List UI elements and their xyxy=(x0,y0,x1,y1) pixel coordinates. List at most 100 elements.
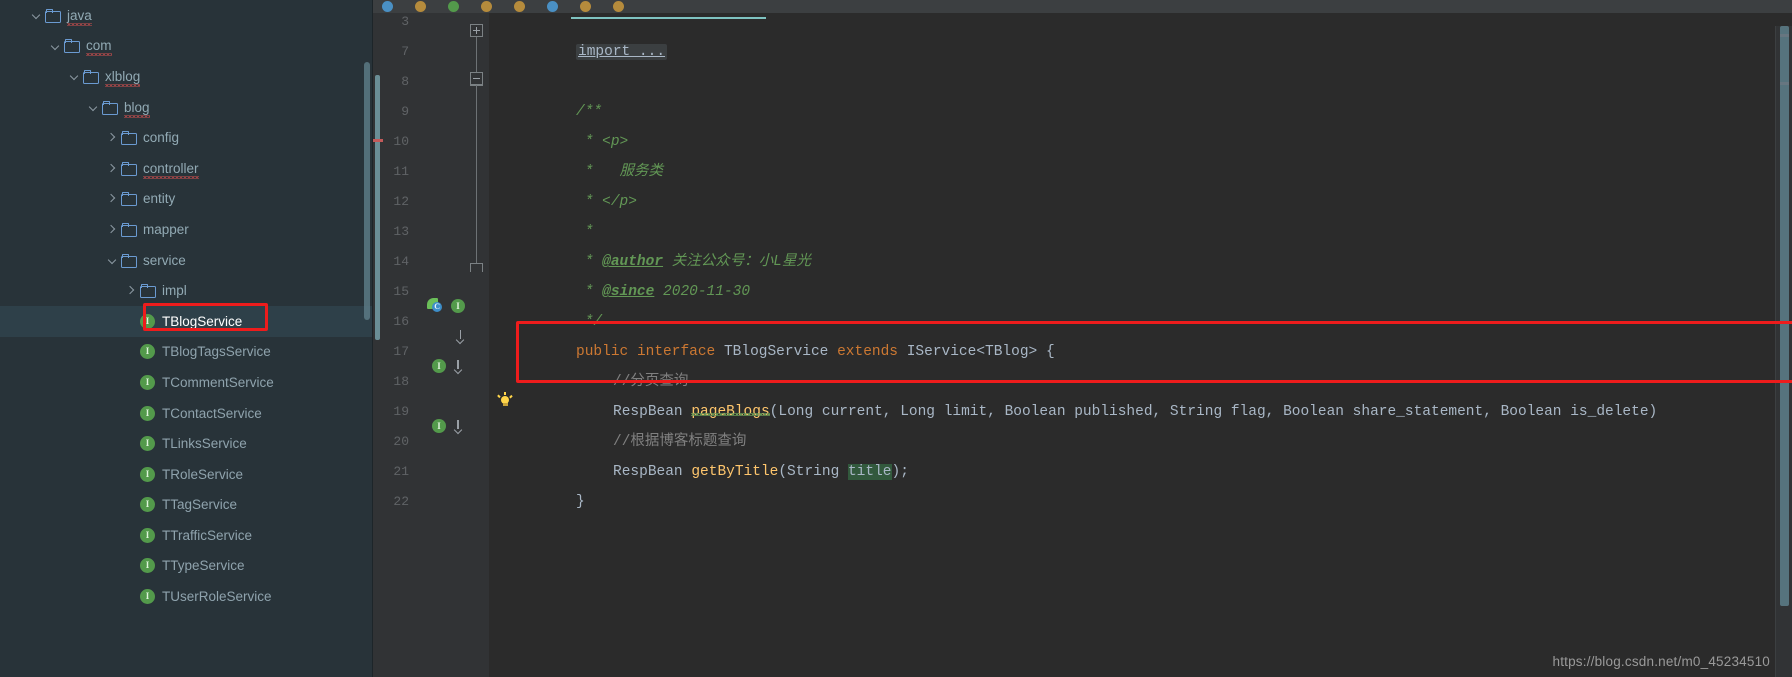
fold-guide-line-javadoc xyxy=(476,85,477,263)
tree-item-config[interactable]: config xyxy=(0,122,373,153)
project-tool-window[interactable]: java com xlblog blog config controller entity m… xyxy=(0,0,373,677)
intention-bulb-icon[interactable] xyxy=(497,392,513,409)
editor-gutter[interactable]: 3 7 8 9 10 11 12 13 14 15 16 17 18 19 20 21 22 C I I I xyxy=(383,13,465,677)
tree-item-label: TLinksService xyxy=(162,436,247,452)
tree-item-tblogservice[interactable]: I TBlogService xyxy=(0,305,373,337)
interface-icon: I xyxy=(140,313,155,329)
code-line-10[interactable]: * 服务类 xyxy=(489,127,663,180)
code-line-8[interactable]: /** xyxy=(489,67,602,120)
tab-5[interactable] xyxy=(505,0,538,13)
editor-tab-bar[interactable] xyxy=(373,0,1792,13)
fold-collapse-javadoc-icon[interactable] xyxy=(470,72,483,85)
chevron-down-icon[interactable] xyxy=(68,70,81,83)
tree-item-tlinksservice[interactable]: I TLinksService xyxy=(0,428,373,459)
implemented-down-arrow-icon[interactable] xyxy=(454,359,463,373)
tab-2[interactable] xyxy=(406,0,439,13)
tree-item-label: mapper xyxy=(143,221,189,237)
implemented-interface-icon[interactable]: I xyxy=(451,298,465,313)
tab-6[interactable] xyxy=(538,0,571,13)
tree-item-service[interactable]: service xyxy=(0,245,373,276)
code-line-15[interactable]: */ xyxy=(489,277,602,330)
project-tree-scrollbar[interactable] xyxy=(364,62,370,320)
tree-item-entity[interactable]: entity xyxy=(0,184,373,215)
code-line-11[interactable]: * </p> xyxy=(489,157,637,210)
code-line-14[interactable]: * @since 2020-11-30 xyxy=(489,247,750,300)
code-token-import-fold[interactable]: import ... xyxy=(576,44,668,60)
tab-7[interactable] xyxy=(571,0,604,13)
code-line-13[interactable]: * @author 关注公众号：小L星光 xyxy=(489,217,811,270)
implemented-class-icon[interactable]: C xyxy=(427,298,443,313)
fold-expand-imports-icon[interactable] xyxy=(470,24,483,37)
code-token-getbytitle-arg: title xyxy=(847,464,892,480)
code-line-21[interactable]: } xyxy=(489,457,585,510)
code-line-9[interactable]: * <p> xyxy=(489,97,629,150)
tab-3[interactable] xyxy=(439,0,472,13)
gutter-marker-line-20[interactable]: I xyxy=(432,411,463,441)
tree-item-xlblog[interactable]: xlblog xyxy=(0,61,373,92)
interface-icon: I xyxy=(140,589,155,605)
tree-item-controller[interactable]: controller xyxy=(0,153,373,184)
chevron-down-icon[interactable] xyxy=(87,101,100,114)
line-number: 22 xyxy=(393,494,409,509)
editor-pane: 3 7 8 9 10 11 12 13 14 15 16 17 18 19 20 21 22 C I I I xyxy=(373,0,1792,677)
gutter-marker-line-18[interactable]: I xyxy=(432,351,463,381)
tree-item-ttagservice[interactable]: I TTagService xyxy=(0,490,373,521)
code-line-19[interactable]: //根据博客标题查询 xyxy=(489,397,746,450)
implemented-interface-icon[interactable]: I xyxy=(432,358,446,373)
chevron-down-icon[interactable] xyxy=(106,254,119,267)
chevron-right-icon[interactable] xyxy=(125,284,138,297)
folder-icon xyxy=(45,8,61,23)
code-line-17[interactable]: //分页查询 xyxy=(489,337,688,390)
interface-icon: I xyxy=(140,558,155,574)
chevron-down-icon[interactable] xyxy=(30,9,43,22)
tree-item-label: TTypeService xyxy=(162,558,245,574)
java-icon xyxy=(481,1,492,12)
tree-item-ttypeservice[interactable]: I TTypeService xyxy=(0,551,373,582)
code-token-method-getbytitle[interactable]: getByTitle xyxy=(691,464,778,480)
implemented-interface-icon[interactable]: I xyxy=(432,418,446,433)
interface-icon: I xyxy=(140,436,155,452)
tree-item-ttrafficservice[interactable]: I TTrafficService xyxy=(0,520,373,551)
interface-icon: I xyxy=(140,497,155,513)
tab-4[interactable] xyxy=(472,0,505,13)
tree-item-impl[interactable]: impl xyxy=(0,275,373,306)
code-editor-text[interactable]: import ... /** * <p> * 服务类 * </p> * * @a… xyxy=(489,13,1792,677)
chevron-right-icon[interactable] xyxy=(106,131,119,144)
code-token-type-name: TBlogService xyxy=(723,344,829,360)
tree-item-tuserroleservice[interactable]: I TUserRoleService xyxy=(0,581,373,612)
tree-item-tblogtagsservice[interactable]: I TBlogTagsService xyxy=(0,337,373,368)
editor-fold-column[interactable] xyxy=(465,13,489,677)
code-line-18[interactable]: RespBean pageBlogs(Long current, Long li… xyxy=(489,367,1657,420)
tree-item-blog[interactable]: blog xyxy=(0,92,373,123)
editor-scrollbar-thumb[interactable] xyxy=(1780,26,1789,606)
code-line-3[interactable]: import ... xyxy=(489,13,668,60)
tree-item-tcommentservice[interactable]: I TCommentService xyxy=(0,367,373,398)
tree-item-java[interactable]: java xyxy=(0,0,373,31)
tree-item-com[interactable]: com xyxy=(0,31,373,62)
line-number: 8 xyxy=(401,74,409,89)
implemented-down-arrow-icon[interactable] xyxy=(456,329,465,343)
code-line-20[interactable]: RespBean getByTitle(String title); xyxy=(489,427,909,480)
folder-icon xyxy=(121,161,137,176)
chevron-right-icon[interactable] xyxy=(106,223,119,236)
tree-item-troleservice[interactable]: I TRoleService xyxy=(0,459,373,490)
interface-icon: I xyxy=(140,466,155,482)
code-line-12[interactable]: * xyxy=(489,187,594,240)
code-line-16[interactable]: public interface TBlogService extends IS… xyxy=(489,307,1055,360)
tree-item-label: impl xyxy=(162,283,187,299)
line-number: 11 xyxy=(393,164,409,179)
java-icon xyxy=(613,1,624,12)
tree-item-tcontactservice[interactable]: I TContactService xyxy=(0,398,373,429)
code-token-getbytitle-open: (String xyxy=(778,464,848,480)
code-token-getbytitle-close: ); xyxy=(891,464,909,480)
tab-8[interactable] xyxy=(604,0,637,13)
folder-icon xyxy=(121,192,137,207)
chevron-right-icon[interactable] xyxy=(106,162,119,175)
gutter-marker-line-16[interactable]: C I xyxy=(413,291,465,339)
folder-icon xyxy=(121,253,137,268)
chevron-right-icon[interactable] xyxy=(106,192,119,205)
chevron-down-icon[interactable] xyxy=(49,39,62,52)
tree-item-mapper[interactable]: mapper xyxy=(0,214,373,245)
implemented-down-arrow-icon[interactable] xyxy=(454,419,463,433)
editor-error-stripe[interactable] xyxy=(1776,26,1792,677)
